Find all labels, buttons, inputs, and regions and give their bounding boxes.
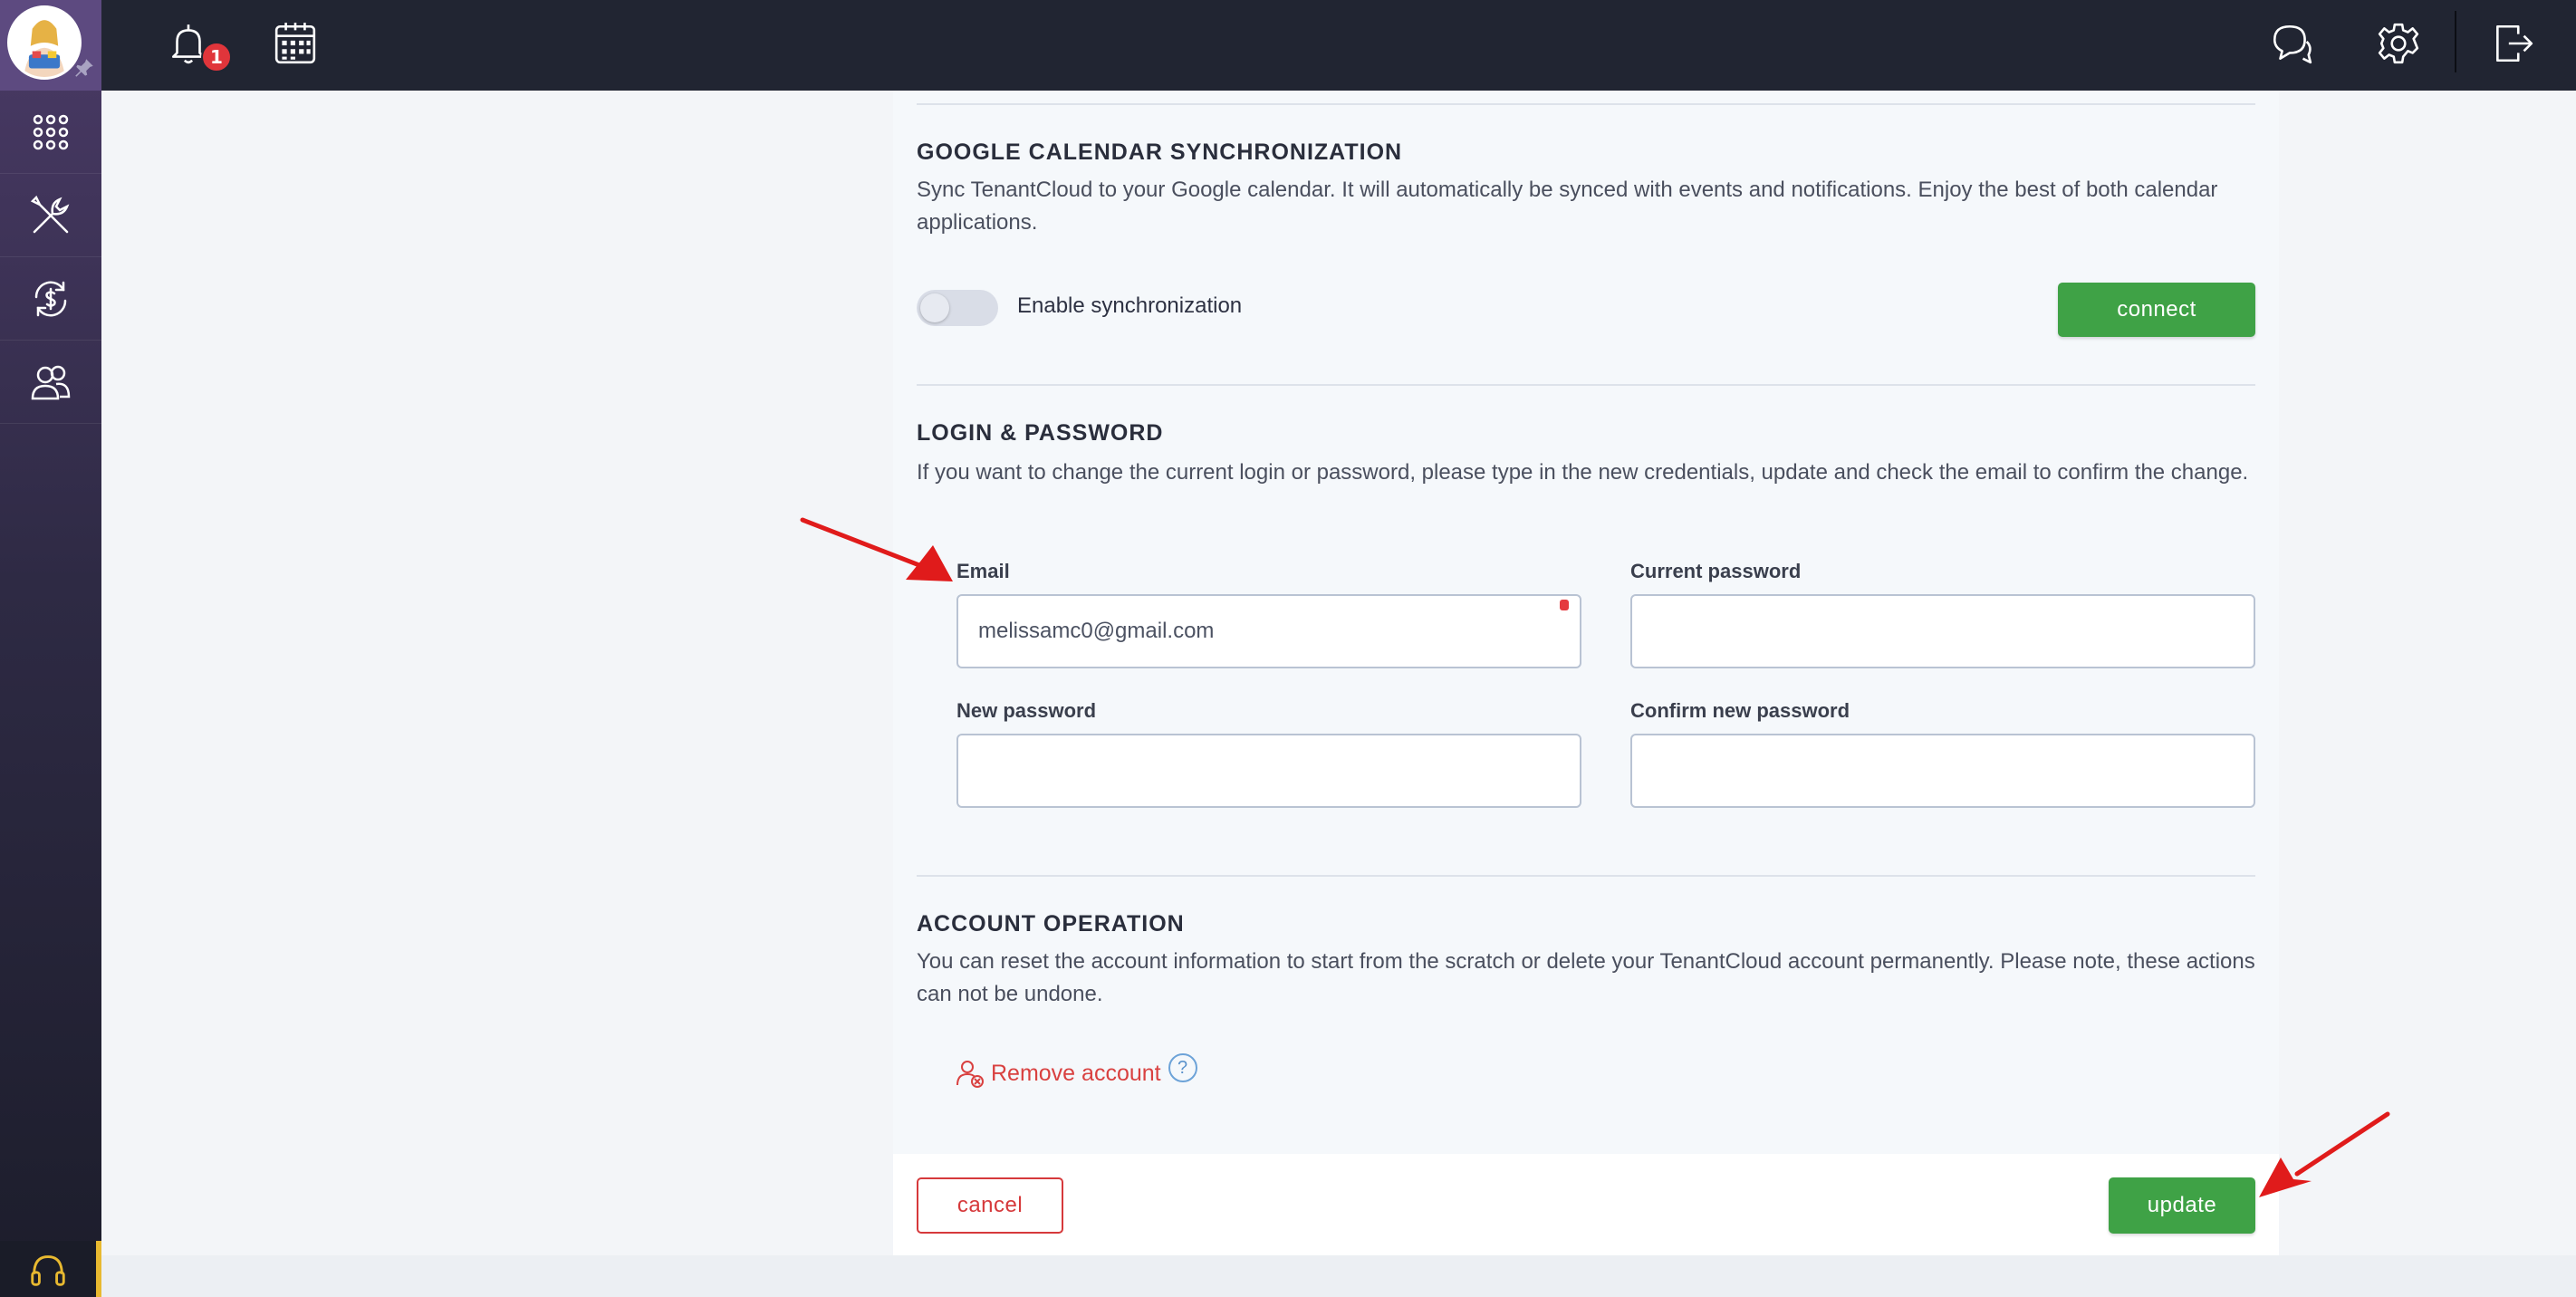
calendar-button[interactable] (272, 20, 319, 67)
page-bottom-area (101, 1255, 2576, 1297)
email-field[interactable] (956, 594, 1581, 668)
sidebar-item-payments[interactable] (0, 257, 101, 341)
remove-account-link[interactable]: Remove account (991, 1061, 1161, 1087)
required-indicator (1560, 600, 1569, 610)
logout-button[interactable] (2489, 20, 2536, 67)
login-password-title: LOGIN & PASSWORD (917, 420, 1164, 446)
divider (917, 103, 2255, 105)
sidebar-item-apps[interactable] (0, 91, 101, 174)
annotation-arrow-email (800, 517, 953, 581)
divider (917, 875, 2255, 877)
new-password-label: New password (956, 699, 1097, 722)
sidebar (0, 0, 101, 1297)
remove-account-row: Remove account ? (955, 1053, 1197, 1089)
settings-button[interactable] (2375, 20, 2422, 67)
topbar-divider (2455, 11, 2456, 72)
google-calendar-description: Sync TenantCloud to your Google calendar… (917, 178, 2218, 235)
annotation-arrow-update (2259, 1111, 2390, 1197)
sync-toggle-label: Enable synchronization (1017, 293, 1243, 318)
confirm-password-label: Confirm new password (1630, 699, 1850, 722)
avatar[interactable] (7, 5, 82, 80)
new-password-field[interactable] (956, 734, 1581, 808)
users-icon (31, 365, 71, 399)
divider (917, 384, 2255, 386)
sidebar-help[interactable] (0, 1241, 101, 1297)
payments-icon (34, 281, 67, 316)
google-calendar-title: GOOGLE CALENDAR SYNCHRONIZATION (917, 139, 1403, 165)
apps-grid-icon (33, 114, 69, 149)
form-footer: cancel update (893, 1154, 2279, 1255)
cancel-button[interactable]: cancel (917, 1177, 1063, 1234)
sidebar-item-maintenance[interactable] (0, 174, 101, 257)
remove-user-icon (956, 1061, 984, 1088)
login-password-description: If you want to change the current login … (917, 460, 2249, 485)
account-operation-description: You can reset the account information to… (917, 949, 2255, 1006)
sync-toggle[interactable] (917, 290, 998, 326)
messages-button[interactable] (2268, 20, 2315, 67)
account-operation-title: ACCOUNT OPERATION (917, 911, 1185, 937)
avatar-area[interactable] (0, 0, 101, 91)
chat-icon (2273, 24, 2312, 64)
confirm-password-field[interactable] (1630, 734, 2255, 808)
tools-icon (30, 195, 70, 233)
current-password-field[interactable] (1630, 594, 2255, 668)
settings-card: GOOGLE CALENDAR SYNCHRONIZATION Sync Ten… (893, 91, 2279, 1255)
gear-icon (2378, 23, 2419, 64)
help-icon[interactable]: ? (1168, 1053, 1197, 1082)
notification-badge: 1 (201, 42, 232, 72)
email-label: Email (956, 560, 1010, 582)
update-button[interactable]: update (2109, 1177, 2255, 1234)
headset-icon (31, 1255, 65, 1286)
pin-icon[interactable] (72, 56, 96, 80)
connect-button[interactable]: connect (2058, 283, 2255, 337)
current-password-label: Current password (1630, 560, 1802, 582)
sidebar-item-users[interactable] (0, 341, 101, 424)
top-bar: 1 (101, 0, 2576, 91)
logout-icon (2496, 24, 2533, 62)
calendar-icon (274, 23, 316, 64)
